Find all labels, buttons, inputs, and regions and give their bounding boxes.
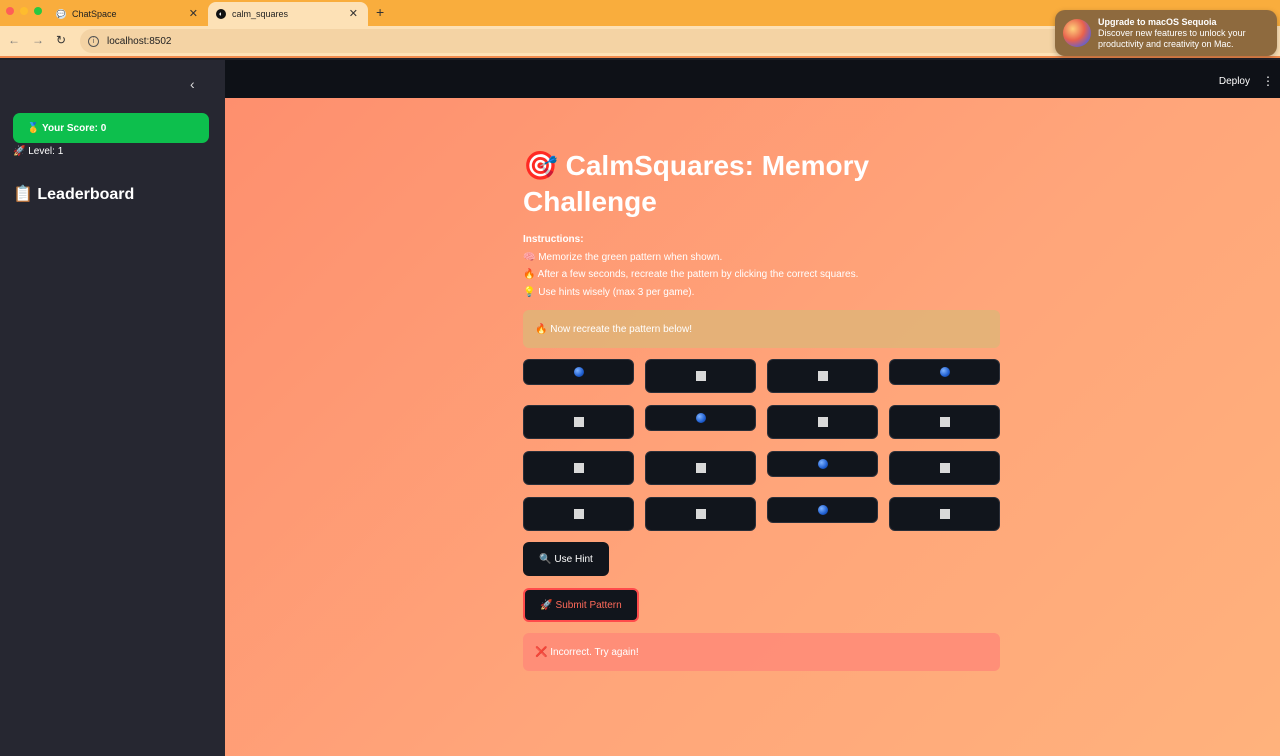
grid-square-r4-c3[interactable] — [767, 497, 878, 523]
close-tab-icon[interactable]: ✕ — [189, 7, 198, 20]
main-content: 🎯 CalmSquares: Memory Challenge Instruct… — [225, 98, 1280, 756]
more-options-icon[interactable]: ⋮ — [1262, 74, 1274, 88]
grid-square-r3-c2[interactable] — [645, 451, 756, 485]
tab-chatspace[interactable]: 💬 ChatSpace ✕ — [48, 2, 208, 26]
white-square-icon — [573, 463, 584, 473]
level-text: 🚀 Level: 1 — [13, 146, 64, 157]
grid-square-r2-c4[interactable] — [889, 405, 1000, 439]
use-hint-button[interactable]: 🔍 Use Hint — [523, 542, 609, 576]
sidebar: ‹ 🥇 Your Score: 0 🚀 Level: 1 📋 Leaderboa… — [0, 60, 225, 756]
streamlit-logo-icon: ◐ — [216, 9, 226, 19]
grid-square-r2-c2[interactable] — [645, 405, 756, 431]
url-text: localhost:8502 — [107, 35, 172, 47]
close-window-button[interactable] — [6, 7, 14, 15]
blue-circle-icon — [939, 367, 950, 377]
chat-bubble-icon: 💬 — [56, 9, 66, 19]
grid-square-r3-c3[interactable] — [767, 451, 878, 477]
notification-title: Upgrade to macOS Sequoia — [1098, 16, 1217, 27]
score-badge: 🥇 Your Score: 0 — [13, 113, 209, 143]
blue-circle-icon — [695, 413, 706, 423]
white-square-icon — [695, 509, 706, 519]
instruction-line: 🔥 After a few seconds, recreate the patt… — [523, 269, 859, 280]
macos-update-notification[interactable]: Upgrade to macOS Sequoia Discover new fe… — [1055, 10, 1277, 56]
site-info-icon[interactable]: i — [88, 35, 99, 47]
white-square-icon — [695, 463, 706, 473]
blue-circle-icon — [817, 459, 828, 469]
white-square-icon — [573, 417, 584, 427]
instruction-line: 🧠 Memorize the green pattern when shown. — [523, 251, 723, 263]
grid-square-r2-c3[interactable] — [767, 405, 878, 439]
white-square-icon — [573, 509, 584, 519]
instruction-line: 💡 Use hints wisely (max 3 per game). — [523, 286, 695, 298]
maximize-window-button[interactable] — [34, 7, 42, 15]
submit-pattern-button[interactable]: 🚀 Submit Pattern — [523, 588, 639, 622]
grid-square-r3-c1[interactable] — [523, 451, 634, 485]
white-square-icon — [939, 417, 950, 427]
deploy-button[interactable]: Deploy — [1219, 76, 1250, 87]
grid-square-r1-c4[interactable] — [889, 359, 1000, 385]
tab-label: calm_squares — [232, 9, 289, 19]
reload-icon[interactable]: ↻ — [56, 33, 66, 47]
collapse-sidebar-icon[interactable]: ‹ — [190, 76, 195, 92]
address-bar[interactable]: i localhost:8502 — [80, 29, 1190, 53]
white-square-icon — [817, 417, 828, 427]
back-icon[interactable]: ← — [8, 33, 20, 47]
white-square-icon — [939, 509, 950, 519]
blue-circle-icon — [573, 367, 584, 377]
new-tab-button[interactable]: + — [376, 4, 384, 20]
grid-square-r1-c3[interactable] — [767, 359, 878, 393]
grid-square-r4-c4[interactable] — [889, 497, 1000, 531]
blue-circle-icon — [817, 505, 828, 515]
grid-square-r4-c1[interactable] — [523, 497, 634, 531]
tab-label: ChatSpace — [72, 9, 117, 19]
grid-square-r4-c2[interactable] — [645, 497, 756, 531]
close-tab-icon[interactable]: ✕ — [349, 7, 358, 20]
grid-square-r1-c1[interactable] — [523, 359, 634, 385]
notification-body: Discover new features to unlock your pro… — [1098, 27, 1246, 49]
instructions-heading: Instructions: — [523, 234, 584, 245]
error-alert: ❌ Incorrect. Try again! — [523, 633, 1000, 671]
instructions: Instructions: 🧠 Memorize the green patte… — [523, 231, 858, 301]
grid-square-r3-c4[interactable] — [889, 451, 1000, 485]
grid-square-r1-c2[interactable] — [645, 359, 756, 393]
minimize-window-button[interactable] — [20, 7, 28, 15]
tab-calm-squares[interactable]: ◐ calm_squares ✕ — [208, 2, 368, 26]
white-square-icon — [817, 371, 828, 381]
leaderboard-heading: 📋 Leaderboard — [13, 186, 135, 203]
page-title: 🎯 CalmSquares: Memory Challenge — [523, 150, 870, 217]
info-alert: 🔥 Now recreate the pattern below! — [523, 310, 1000, 348]
app-header: Deploy ⋮ — [225, 60, 1280, 98]
white-square-icon — [939, 463, 950, 473]
macos-sequoia-icon — [1063, 19, 1091, 47]
grid-square-r2-c1[interactable] — [523, 405, 634, 439]
forward-icon[interactable]: → — [32, 33, 44, 47]
white-square-icon — [695, 371, 706, 381]
